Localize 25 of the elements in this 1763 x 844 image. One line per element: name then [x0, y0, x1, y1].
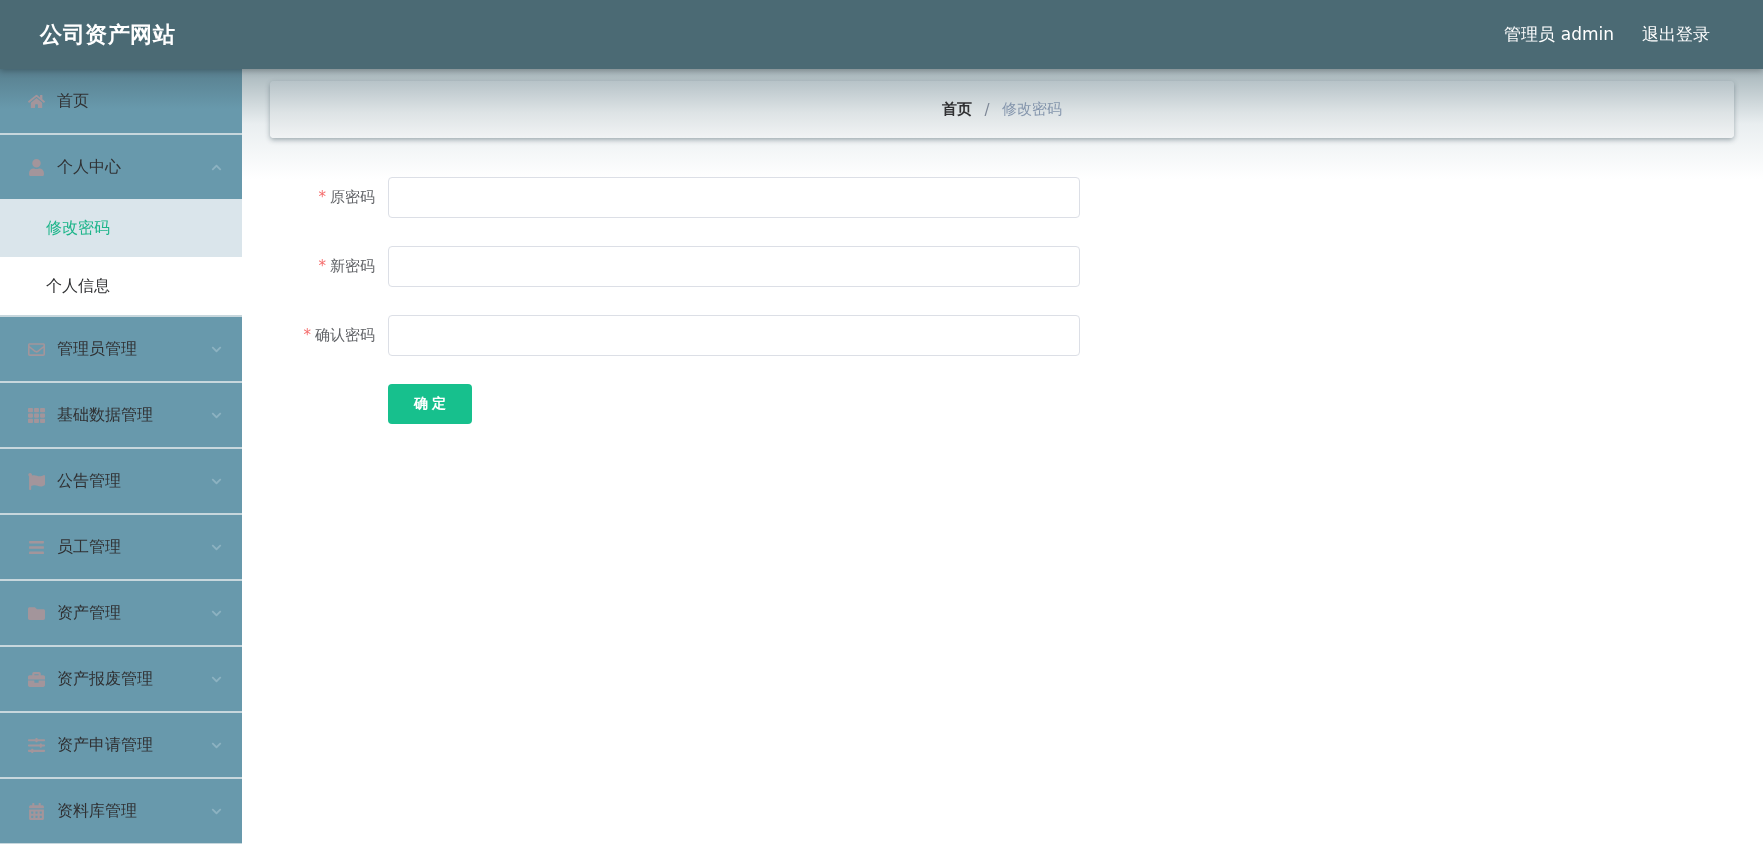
flag-icon	[28, 472, 45, 490]
logout-link[interactable]: 退出登录	[1642, 23, 1710, 46]
calendar-icon	[28, 802, 45, 820]
home-icon	[28, 92, 45, 110]
briefcase-icon	[28, 670, 45, 688]
grid-icon	[28, 406, 45, 424]
user-icon	[28, 158, 45, 176]
password-field[interactable]	[388, 177, 1080, 218]
sidebar-menu[interactable]: 个人中心	[0, 135, 242, 199]
field-label: * 新密码	[317, 257, 376, 276]
folder-icon	[28, 604, 45, 622]
field-label: * 确认密码	[302, 326, 376, 345]
user-name: 管理员 admin	[1504, 23, 1614, 46]
envelope-icon	[28, 340, 45, 358]
password-field[interactable]	[388, 246, 1080, 287]
breadcrumb-separator: /	[984, 100, 990, 119]
list-icon	[28, 538, 45, 556]
breadcrumb-current: 修改密码	[1001, 100, 1062, 119]
submenu-item[interactable]: 个人信息	[0, 257, 242, 315]
field-label: * 原密码	[317, 188, 376, 207]
site-title: 公司资产网站	[40, 20, 175, 49]
breadcrumb-link[interactable]: 首页	[942, 100, 973, 119]
sliders-icon	[28, 736, 45, 754]
password-field[interactable]	[388, 315, 1080, 356]
confirm-button[interactable]: 确 定	[388, 384, 472, 424]
